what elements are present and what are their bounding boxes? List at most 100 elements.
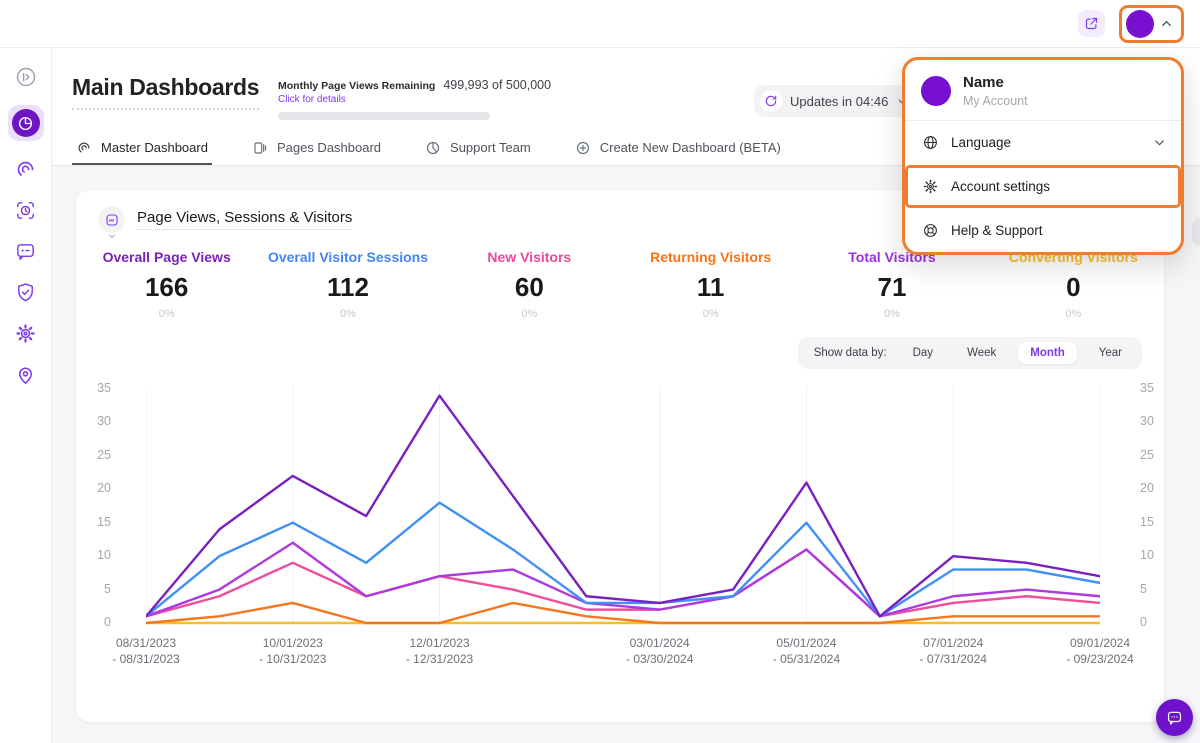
- tab-create-new-dashboard[interactable]: Create New Dashboard (BETA): [571, 132, 785, 165]
- quota-value: 499,993 of 500,000: [443, 78, 551, 92]
- widget-chart-icon: [98, 206, 125, 233]
- granularity-option-week[interactable]: Week: [955, 342, 1008, 364]
- edge-cutoff-widget[interactable]: [1192, 218, 1200, 246]
- metric-new-visitors[interactable]: New Visitors 60 0%: [439, 249, 620, 320]
- sidebar-item-collapse[interactable]: [13, 64, 39, 90]
- x-axis-label: 07/01/2024- 07/31/2024: [920, 635, 987, 667]
- y-axis-label: 30: [1140, 414, 1180, 428]
- shield-check-icon: [14, 281, 37, 304]
- x-axis-label: 10/01/2023- 10/31/2023: [259, 635, 326, 667]
- external-link-icon: [1084, 16, 1099, 31]
- sidebar-item-security[interactable]: [13, 279, 39, 305]
- granularity-option-day[interactable]: Day: [901, 342, 945, 364]
- y-axis-label: 10: [76, 548, 111, 562]
- sidebar-item-gauge[interactable]: [13, 156, 39, 182]
- dashboards-pie-icon: [12, 109, 40, 137]
- tab-label: Master Dashboard: [101, 140, 208, 155]
- tab-label: Pages Dashboard: [277, 140, 381, 155]
- updates-countdown-button[interactable]: Updates in 04:46: [754, 85, 921, 117]
- y-axis-label: 10: [1140, 548, 1180, 562]
- metrics-row: Overall Page Views 166 0% Overall Visito…: [76, 249, 1164, 320]
- y-axis-label: 30: [76, 414, 111, 428]
- collapse-panel-icon: [14, 65, 38, 89]
- menu-item-account-settings[interactable]: Account settings: [905, 165, 1181, 208]
- menu-item-help-support[interactable]: Help & Support: [905, 209, 1181, 252]
- account-menu-profile[interactable]: Name My Account: [905, 60, 1181, 120]
- x-axis-label: 05/01/2024- 05/31/2024: [773, 635, 840, 667]
- y-axis-label: 35: [76, 381, 111, 395]
- pie-tab-icon: [425, 140, 441, 156]
- x-axis-label: 09/01/2024- 09/23/2024: [1066, 635, 1133, 667]
- top-bar: [0, 0, 1200, 48]
- quota-label: Monthly Page Views Remaining: [278, 80, 435, 92]
- y-axis-label: 5: [76, 582, 111, 596]
- y-axis-label: 5: [1140, 582, 1180, 596]
- gauge-tab-icon: [76, 140, 92, 156]
- menu-item-label: Account settings: [951, 179, 1050, 194]
- x-axis-label: 08/31/2023- 08/31/2023: [112, 635, 179, 667]
- tab-master-dashboard[interactable]: Master Dashboard: [72, 132, 212, 165]
- plus-circle-icon: [575, 140, 591, 156]
- x-axis-label: 12/01/2023- 12/31/2023: [406, 635, 473, 667]
- y-axis-label: 15: [76, 515, 111, 529]
- tab-pages-dashboard[interactable]: Pages Dashboard: [248, 132, 385, 165]
- page-views-quota: Monthly Page Views Remaining 499,993 of …: [278, 78, 490, 120]
- quota-details-link[interactable]: Click for details: [278, 94, 490, 105]
- metric-returning-visitors[interactable]: Returning Visitors 11 0%: [620, 249, 801, 320]
- show-data-by-label: Show data by:: [814, 347, 887, 359]
- pages-tab-icon: [252, 140, 268, 156]
- menu-item-language[interactable]: Language: [905, 121, 1181, 164]
- sidebar-item-conversations[interactable]: [13, 238, 39, 264]
- tab-label: Create New Dashboard (BETA): [600, 140, 781, 155]
- chevron-up-icon: [1159, 16, 1174, 31]
- show-data-by-control: Show data by: Day Week Month Year: [798, 337, 1142, 369]
- snapshot-clock-icon: [14, 199, 37, 222]
- y-axis-label: 35: [1140, 381, 1180, 395]
- chat-fab-button[interactable]: [1156, 699, 1193, 736]
- refresh-icon: [760, 90, 782, 112]
- chat-bubble-icon: [1165, 708, 1184, 727]
- account-menu-trigger[interactable]: [1119, 5, 1184, 43]
- open-in-new-window-button[interactable]: [1078, 10, 1105, 37]
- granularity-option-month[interactable]: Month: [1018, 342, 1076, 364]
- avatar: [921, 76, 951, 106]
- lifebuoy-icon: [922, 222, 939, 239]
- x-axis-labels: 08/31/2023- 08/31/202310/01/2023- 10/31/…: [146, 635, 1100, 675]
- sidebar-item-snapshots[interactable]: [13, 197, 39, 223]
- sidebar-nav: [0, 48, 52, 743]
- menu-item-label: Help & Support: [951, 223, 1043, 238]
- account-menu: Name My Account Language Account setting…: [902, 57, 1184, 255]
- x-axis-label: 03/01/2024- 03/30/2024: [626, 635, 693, 667]
- gear-icon: [14, 322, 37, 345]
- sidebar-item-settings[interactable]: [13, 320, 39, 346]
- y-axis-label: 20: [76, 481, 111, 495]
- granularity-option-year[interactable]: Year: [1087, 342, 1134, 364]
- updates-label: Updates in 04:46: [790, 94, 888, 109]
- line-chart: 35302520151050 35302520151050 08/31/2023…: [76, 385, 1164, 685]
- y-axis-label: 0: [76, 615, 111, 629]
- widget-title: Page Views, Sessions & Visitors: [137, 209, 352, 230]
- chart-series-overall-page-views: [146, 396, 1100, 617]
- chart-series-total-visitors: [146, 543, 1100, 617]
- page-views-card: Page Views, Sessions & Visitors Overall …: [76, 190, 1164, 722]
- gear-icon: [922, 178, 939, 195]
- tab-support-team[interactable]: Support Team: [421, 132, 535, 165]
- tab-label: Support Team: [450, 140, 531, 155]
- metric-overall-visitor-sessions[interactable]: Overall Visitor Sessions 112 0%: [257, 249, 438, 320]
- avatar: [1126, 10, 1154, 38]
- menu-item-label: Language: [951, 135, 1011, 150]
- y-axis-label: 25: [76, 448, 111, 462]
- metric-total-visitors[interactable]: Total Visitors 71 0%: [801, 249, 982, 320]
- chart-plot: [146, 385, 1100, 631]
- sidebar-item-dashboards[interactable]: [8, 105, 44, 141]
- page-title: Main Dashboards: [72, 74, 259, 110]
- metric-converting-visitors[interactable]: Converting Visitors 0 0%: [983, 249, 1164, 320]
- sidebar-item-locations[interactable]: [13, 361, 39, 387]
- metric-overall-page-views[interactable]: Overall Page Views 166 0%: [76, 249, 257, 320]
- quota-progress-bar: [278, 112, 490, 120]
- account-name: Name: [963, 74, 1028, 91]
- location-pin-icon: [14, 363, 37, 386]
- gauge-icon: [14, 158, 37, 181]
- y-axis-label: 25: [1140, 448, 1180, 462]
- y-axis-label: 0: [1140, 615, 1180, 629]
